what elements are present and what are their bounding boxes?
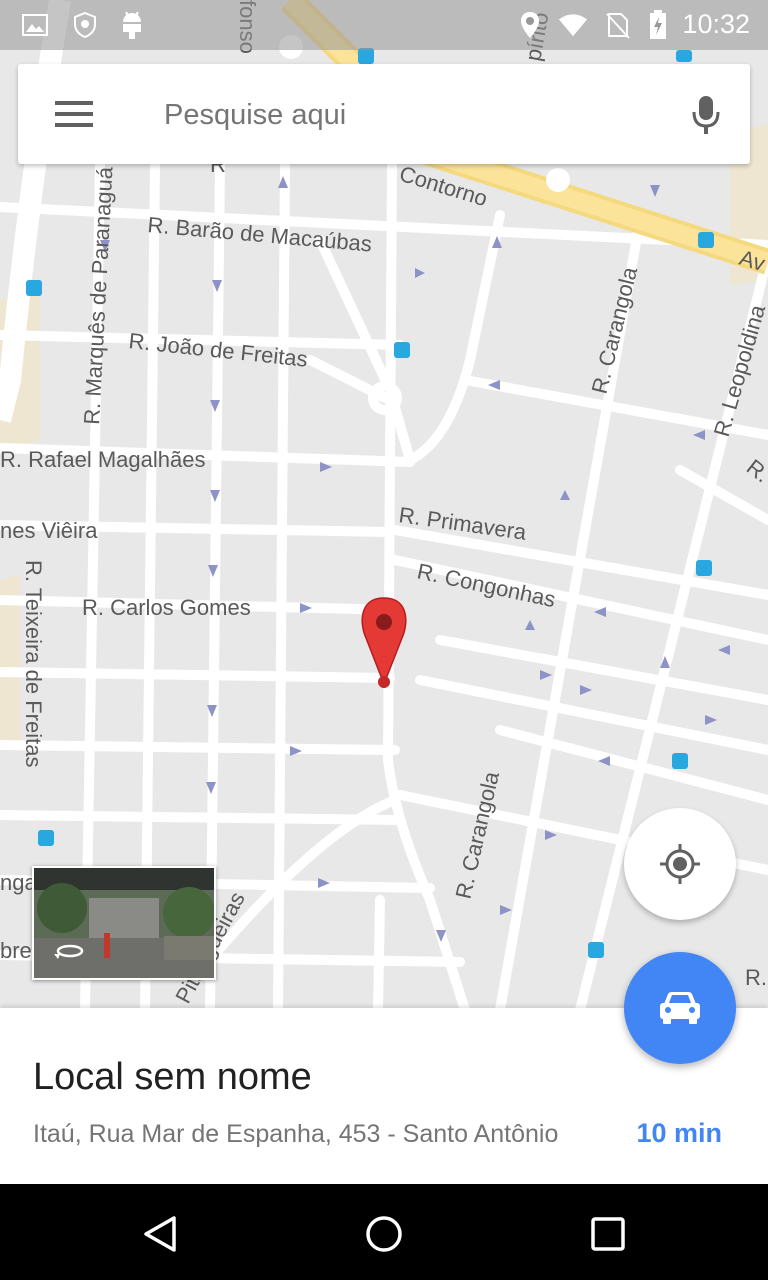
battery-charging-icon bbox=[643, 10, 673, 40]
location-icon bbox=[515, 10, 545, 40]
street-label: bre bbox=[0, 938, 32, 963]
navigation-bar bbox=[0, 1184, 768, 1280]
street-label: nes Viêira bbox=[0, 518, 98, 543]
image-icon bbox=[20, 10, 50, 40]
street-label: R. Teixeira de Freitas bbox=[21, 560, 46, 767]
wifi-icon bbox=[558, 10, 588, 40]
back-triangle-icon[interactable] bbox=[132, 1206, 188, 1262]
search-bar bbox=[18, 64, 750, 164]
my-location-button[interactable] bbox=[624, 808, 736, 920]
status-bar: 10:32 bbox=[0, 0, 768, 50]
home-circle-icon[interactable] bbox=[356, 1206, 412, 1262]
status-time: 10:32 bbox=[682, 9, 750, 39]
android-icon bbox=[117, 10, 147, 40]
recents-square-icon[interactable] bbox=[580, 1206, 636, 1262]
drive-time[interactable]: 10 min bbox=[636, 1118, 722, 1149]
search-input[interactable] bbox=[162, 89, 666, 141]
directions-button[interactable] bbox=[624, 952, 736, 1064]
street-label: R. Rafael Magalhães bbox=[0, 447, 205, 472]
shield-icon bbox=[70, 10, 100, 40]
microphone-icon[interactable] bbox=[684, 92, 728, 136]
my-location-icon bbox=[660, 844, 700, 884]
place-address: Itaú, Rua Mar de Espanha, 453 - Santo An… bbox=[33, 1120, 559, 1148]
place-title: Local sem nome bbox=[33, 1056, 312, 1098]
no-sim-icon bbox=[603, 10, 633, 40]
car-icon bbox=[660, 992, 700, 1024]
hamburger-menu-icon[interactable] bbox=[46, 92, 102, 136]
street-view-thumbnail[interactable] bbox=[32, 866, 216, 980]
street-label: R. Carlos Gomes bbox=[82, 595, 251, 620]
street-label: R. bbox=[745, 965, 767, 990]
